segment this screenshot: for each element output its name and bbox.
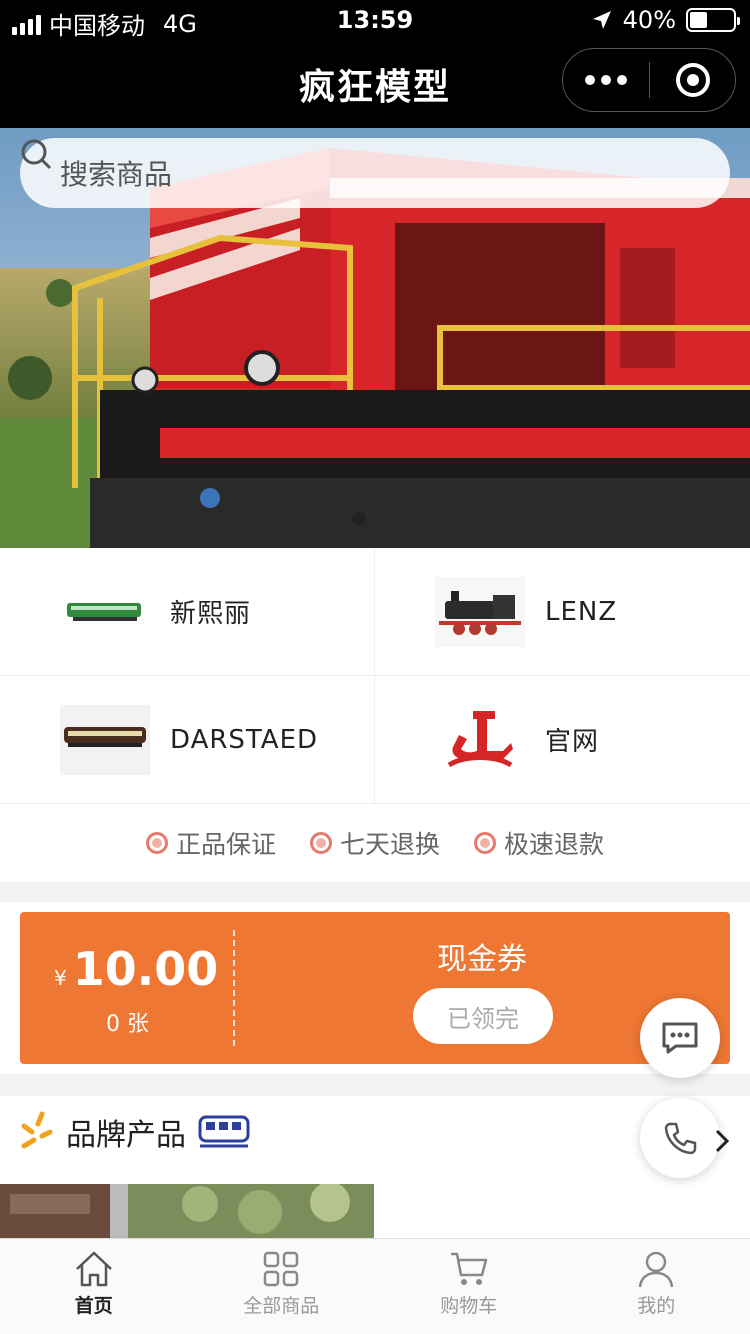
tab-label: 首页 bbox=[74, 1295, 113, 1317]
target-icon bbox=[675, 63, 710, 97]
circle-badge-icon bbox=[145, 832, 168, 854]
brand-products-section: 品牌产品 bbox=[0, 1096, 750, 1238]
product-thumbnail-image[interactable] bbox=[0, 1184, 374, 1238]
phone-icon bbox=[664, 1122, 697, 1155]
tab-cart[interactable]: 购物车 bbox=[375, 1239, 563, 1334]
guarantee-item: 极速退款 bbox=[474, 825, 604, 861]
claim-coupon-button[interactable]: 已领完 bbox=[413, 988, 553, 1044]
circle-badge-icon bbox=[309, 832, 332, 854]
guarantee-bar: 正品保证 七天退换 极速退款 bbox=[0, 804, 750, 882]
customer-service-button[interactable] bbox=[640, 998, 720, 1078]
phone-call-button[interactable] bbox=[640, 1098, 720, 1178]
brand-grid: 新熙丽 LENZ DARSTAED 官网 bbox=[0, 548, 750, 804]
tab-all-products[interactable]: 全部商品 bbox=[188, 1239, 376, 1334]
green-train-car-image bbox=[60, 577, 150, 647]
location-arrow-icon bbox=[592, 11, 611, 29]
steam-locomotive-image bbox=[435, 576, 525, 647]
guarantee-label: 极速退款 bbox=[504, 830, 605, 859]
guarantee-label: 七天退换 bbox=[339, 830, 440, 859]
status-bar: 中国移动 4G 13:59 40% bbox=[0, 0, 750, 40]
brand-label: DARSTAED bbox=[170, 724, 319, 755]
tab-home[interactable]: 首页 bbox=[0, 1239, 188, 1334]
brand-item-official-site[interactable]: 官网 bbox=[375, 676, 750, 804]
mini-program-capsule bbox=[562, 48, 736, 112]
tab-label: 我的 bbox=[637, 1295, 676, 1317]
cart-icon bbox=[450, 1252, 487, 1285]
grid-icon bbox=[264, 1251, 299, 1287]
train-icon bbox=[198, 1115, 250, 1148]
battery-icon bbox=[686, 8, 740, 32]
guarantee-label: 正品保证 bbox=[175, 830, 276, 859]
circle-badge-icon bbox=[474, 832, 496, 854]
sparkle-icon bbox=[21, 1111, 53, 1149]
brand-label: 新熙丽 bbox=[170, 599, 252, 629]
cash-coupon[interactable]: ¥ 10.00 0 张 现金券 已领完 bbox=[20, 912, 730, 1064]
close-mini-program-button[interactable] bbox=[650, 63, 735, 97]
carousel-indicator[interactable] bbox=[352, 512, 366, 526]
guarantee-item: 七天退换 bbox=[309, 825, 440, 861]
coupon-divider bbox=[233, 930, 235, 1046]
chevron-right-icon[interactable] bbox=[714, 1128, 730, 1161]
coupon-amount: 10.00 bbox=[72, 942, 219, 996]
brand-item-lenz[interactable]: LENZ bbox=[375, 548, 750, 676]
brand-label: 官网 bbox=[545, 727, 600, 757]
home-icon bbox=[75, 1251, 112, 1287]
more-menu-button[interactable] bbox=[563, 75, 649, 85]
hero-banner[interactable]: 搜索商品 bbox=[0, 128, 750, 548]
user-icon bbox=[639, 1251, 674, 1288]
nav-bar: 疯狂模型 bbox=[0, 40, 750, 128]
currency-symbol: ¥ bbox=[54, 966, 67, 990]
red-logo-image bbox=[435, 705, 525, 775]
section-title: 品牌产品 bbox=[66, 1118, 186, 1153]
search-bar[interactable]: 搜索商品 bbox=[20, 138, 730, 208]
search-icon bbox=[21, 139, 52, 170]
coupon-section: ¥ 10.00 0 张 现金券 已领完 bbox=[0, 902, 750, 1074]
guarantee-item: 正品保证 bbox=[145, 825, 276, 861]
tab-label: 购物车 bbox=[440, 1295, 498, 1317]
passenger-car-image bbox=[60, 704, 150, 775]
coupon-count: 0 张 bbox=[106, 1012, 149, 1037]
tab-label: 全部商品 bbox=[243, 1295, 320, 1317]
coupon-title: 现金券 bbox=[437, 942, 527, 977]
tab-profile[interactable]: 我的 bbox=[563, 1239, 750, 1334]
chat-bubble-icon bbox=[662, 1022, 698, 1054]
brand-label: LENZ bbox=[545, 596, 618, 627]
brand-item-darstaed[interactable]: DARSTAED bbox=[0, 676, 375, 804]
search-placeholder: 搜索商品 bbox=[60, 158, 173, 191]
tab-bar: 首页 全部商品 购物车 我的 bbox=[0, 1238, 750, 1334]
brand-item-xinxili[interactable]: 新熙丽 bbox=[0, 548, 375, 676]
battery-percent: 40% bbox=[622, 6, 676, 34]
